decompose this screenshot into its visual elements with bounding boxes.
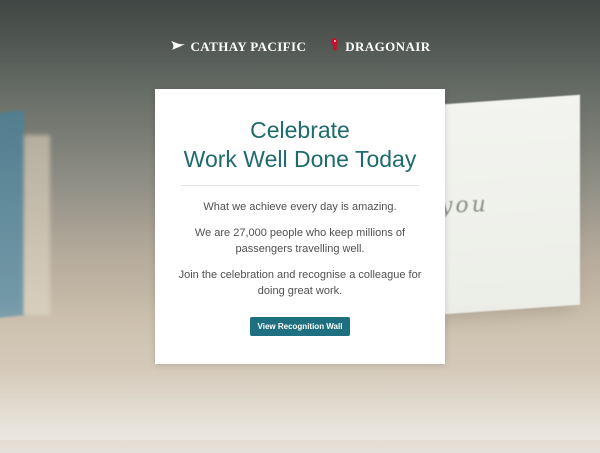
title-line-2: Work Well Done Today bbox=[183, 146, 417, 172]
brand-logos: CATHAY PACIFIC DRAGONAIR bbox=[0, 37, 600, 56]
dragon-icon bbox=[328, 37, 340, 56]
background-card-blue bbox=[0, 110, 24, 319]
title-divider bbox=[181, 185, 419, 186]
celebration-panel: Celebrate Work Well Done Today What we a… bbox=[155, 89, 445, 364]
intro-paragraph: What we achieve every day is amazing. bbox=[203, 201, 397, 213]
background-card-beige bbox=[24, 135, 50, 315]
brand-secondary-name: DRAGONAIR bbox=[345, 38, 431, 54]
dragonair-logo: DRAGONAIR bbox=[328, 37, 430, 56]
people-paragraph: We are 27,000 people who keep millions o… bbox=[194, 227, 406, 255]
brand-primary-name: CATHAY PACIFIC bbox=[190, 38, 307, 54]
background-card-text: you bbox=[439, 192, 490, 219]
join-paragraph: Join the celebration and recognise a col… bbox=[178, 269, 422, 297]
cathay-pacific-logo: CATHAY PACIFIC bbox=[170, 38, 307, 56]
view-recognition-wall-button[interactable]: View Recognition Wall bbox=[249, 317, 351, 336]
cathay-brushwing-icon bbox=[170, 38, 186, 56]
title-line-1: Celebrate bbox=[250, 117, 350, 143]
panel-title: Celebrate Work Well Done Today bbox=[155, 116, 445, 174]
